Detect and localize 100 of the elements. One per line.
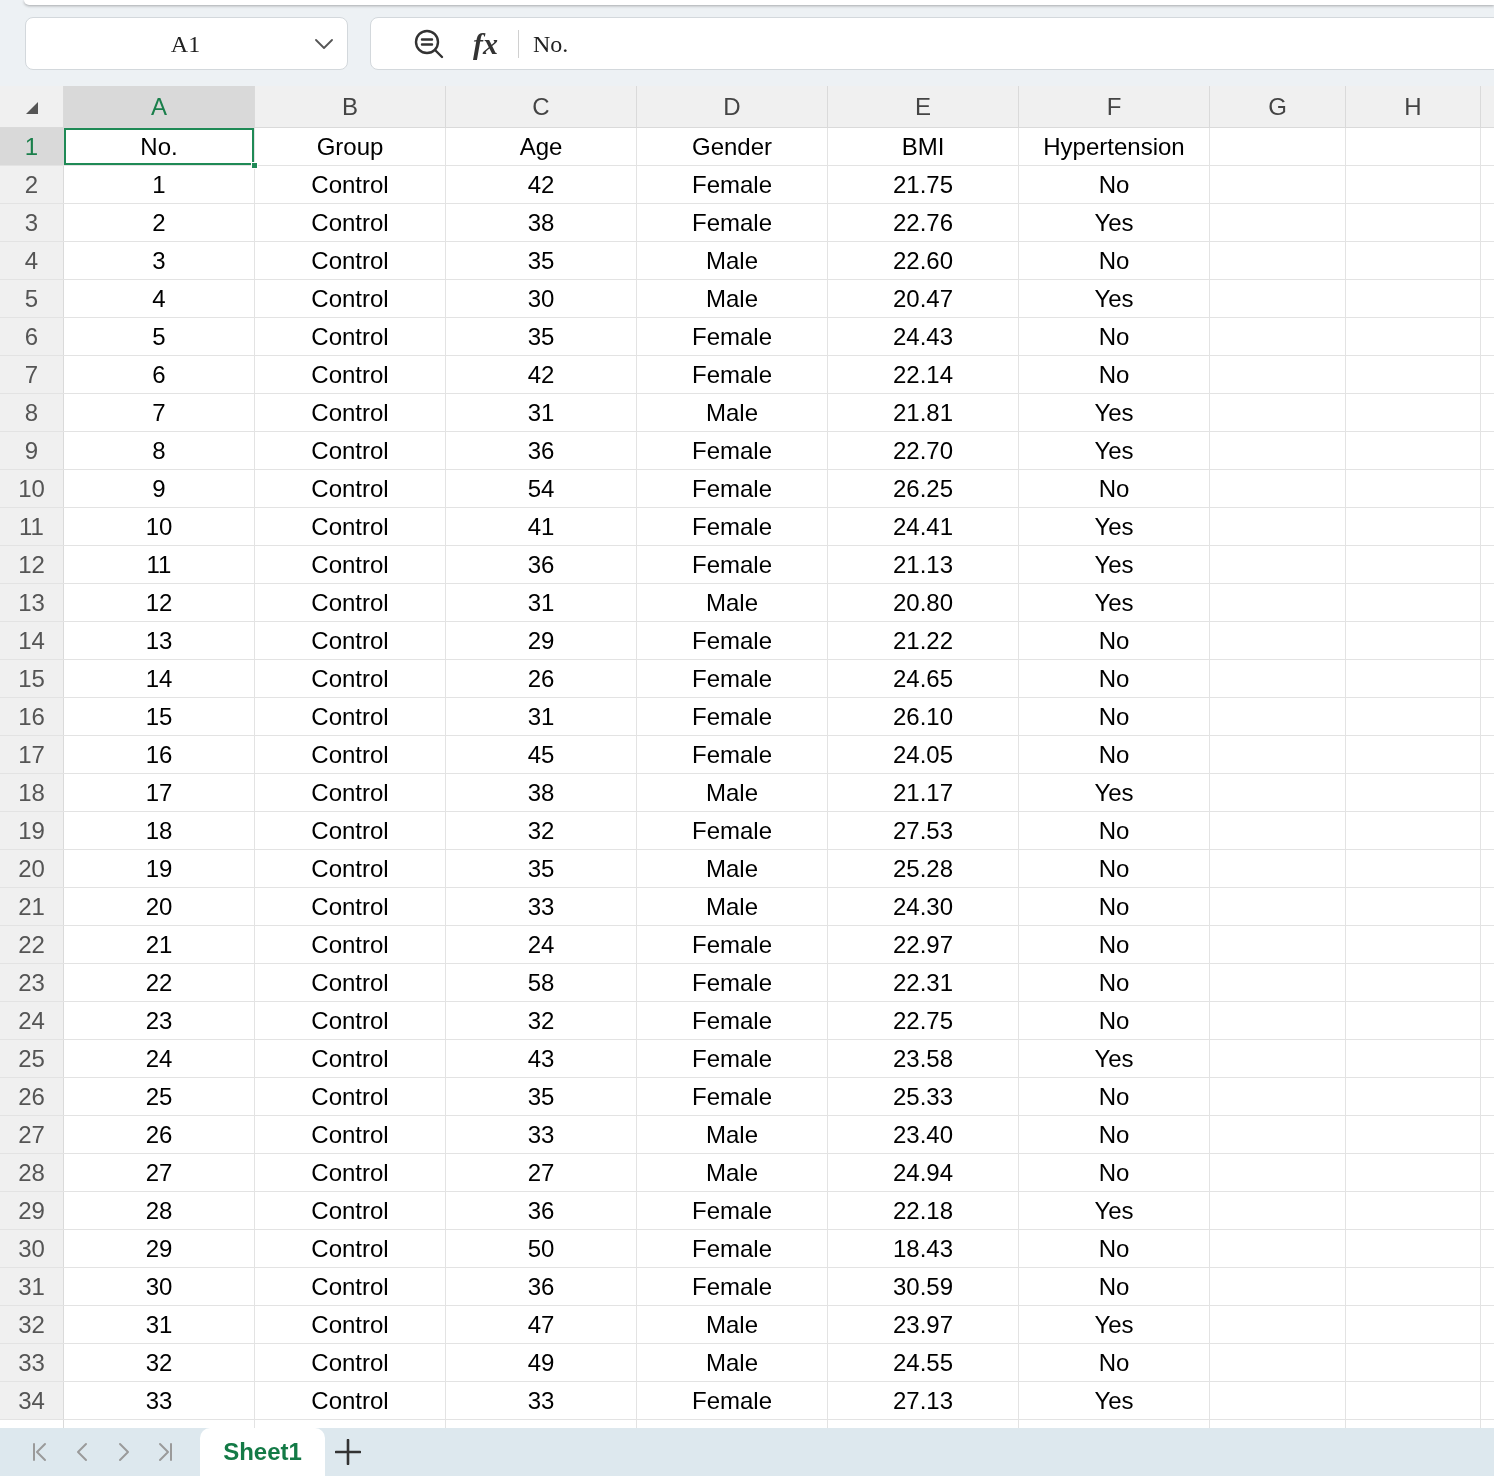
table-cell: Control xyxy=(255,1192,446,1229)
column-header[interactable]: E xyxy=(828,86,1019,127)
table-cell: Male xyxy=(637,1344,828,1381)
row-header[interactable]: 31 xyxy=(0,1268,64,1305)
row-header[interactable]: 6 xyxy=(0,318,64,355)
row-header[interactable]: 10 xyxy=(0,470,64,507)
row-header[interactable]: 30 xyxy=(0,1230,64,1267)
table-cell: 22.70 xyxy=(828,432,1019,469)
row-header[interactable]: 28 xyxy=(0,1154,64,1191)
row-header[interactable]: 20 xyxy=(0,850,64,887)
row-header[interactable]: 5 xyxy=(0,280,64,317)
table-cell: Female xyxy=(637,622,828,659)
table-cell: 22.14 xyxy=(828,356,1019,393)
table-cell: 36 xyxy=(446,1268,637,1305)
row-header[interactable]: 2 xyxy=(0,166,64,203)
table-cell: Control xyxy=(255,356,446,393)
table-cell: Female xyxy=(637,1230,828,1267)
plus-icon[interactable] xyxy=(335,1439,361,1465)
table-cell: 35 xyxy=(446,318,637,355)
table-cell: 2 xyxy=(64,204,255,241)
table-cell: 23 xyxy=(64,1002,255,1039)
table-cell: 32 xyxy=(446,812,637,849)
column-header[interactable]: B xyxy=(255,86,446,127)
table-cell: Male xyxy=(637,280,828,317)
table-cell: No xyxy=(1019,736,1210,773)
row-header[interactable]: 13 xyxy=(0,584,64,621)
table-cell: 22.75 xyxy=(828,1002,1019,1039)
table-cell: No xyxy=(1019,1154,1210,1191)
row-header[interactable]: 27 xyxy=(0,1116,64,1153)
table-cell: Control xyxy=(255,1382,446,1419)
table-cell: 30.59 xyxy=(828,1268,1019,1305)
chevron-down-icon[interactable] xyxy=(315,38,333,49)
table-cell: Control xyxy=(255,394,446,431)
name-box[interactable]: A1 xyxy=(25,17,348,70)
row-header[interactable]: 24 xyxy=(0,1002,64,1039)
row-header[interactable]: 33 xyxy=(0,1344,64,1381)
table-cell: BMI xyxy=(828,128,1019,165)
function-button[interactable]: fx xyxy=(473,28,498,59)
row-header[interactable]: 25 xyxy=(0,1040,64,1077)
table-cell: No xyxy=(1019,660,1210,697)
table-cell: Control xyxy=(255,622,446,659)
skip-back-icon[interactable] xyxy=(30,1441,48,1463)
table-cell: Female xyxy=(637,698,828,735)
row-header[interactable]: 4 xyxy=(0,242,64,279)
skip-forward-icon[interactable] xyxy=(157,1441,175,1463)
sheet-tab[interactable]: Sheet1 xyxy=(200,1428,325,1476)
row-header[interactable]: 14 xyxy=(0,622,64,659)
table-cell: 7 xyxy=(64,394,255,431)
table-cell: 19 xyxy=(64,850,255,887)
table-cell: Gender xyxy=(637,128,828,165)
column-header[interactable]: C xyxy=(446,86,637,127)
column-header[interactable]: F xyxy=(1019,86,1210,127)
row-header[interactable]: 34 xyxy=(0,1382,64,1419)
row-header[interactable]: 29 xyxy=(0,1192,64,1229)
table-cell: No. xyxy=(64,128,255,165)
row-header[interactable]: 19 xyxy=(0,812,64,849)
column-header[interactable]: A xyxy=(64,86,255,127)
table-cell: No xyxy=(1019,1002,1210,1039)
table-cell: 43 xyxy=(446,1040,637,1077)
column-header[interactable]: D xyxy=(637,86,828,127)
table-cell: 18.43 xyxy=(828,1230,1019,1267)
table-cell: 25.28 xyxy=(828,850,1019,887)
formula-input[interactable]: No. xyxy=(533,25,569,62)
row-header[interactable]: 8 xyxy=(0,394,64,431)
table-cell: No xyxy=(1019,812,1210,849)
row-header[interactable]: 22 xyxy=(0,926,64,963)
row-header[interactable]: 9 xyxy=(0,432,64,469)
column-header[interactable]: G xyxy=(1210,86,1346,127)
table-cell: 22.97 xyxy=(828,926,1019,963)
row-header[interactable]: 3 xyxy=(0,204,64,241)
row-header[interactable]: 11 xyxy=(0,508,64,545)
row-header[interactable]: 15 xyxy=(0,660,64,697)
table-cell: 20.80 xyxy=(828,584,1019,621)
table-cell: 27.13 xyxy=(828,1382,1019,1419)
table-cell: 36 xyxy=(446,546,637,583)
row-header[interactable]: 18 xyxy=(0,774,64,811)
select-all-icon[interactable] xyxy=(25,102,38,114)
row-header[interactable]: 7 xyxy=(0,356,64,393)
table-cell: Yes xyxy=(1019,1306,1210,1343)
row-header[interactable]: 23 xyxy=(0,964,64,1001)
table-cell: Control xyxy=(255,1154,446,1191)
table-cell: 45 xyxy=(446,736,637,773)
row-header[interactable]: 1 xyxy=(0,128,64,165)
zoom-out-icon[interactable] xyxy=(413,27,445,60)
table-cell: 22.31 xyxy=(828,964,1019,1001)
fill-handle[interactable] xyxy=(251,162,258,169)
row-header[interactable]: 32 xyxy=(0,1306,64,1343)
table-cell: 42 xyxy=(446,356,637,393)
row-header[interactable]: 16 xyxy=(0,698,64,735)
table-cell: Control xyxy=(255,584,446,621)
table-cell: 58 xyxy=(446,964,637,1001)
table-cell: 21.75 xyxy=(828,166,1019,203)
column-header[interactable]: H xyxy=(1346,86,1481,127)
table-cell: Yes xyxy=(1019,1040,1210,1077)
table-cell: 29 xyxy=(446,622,637,659)
row-header[interactable]: 26 xyxy=(0,1078,64,1115)
row-header[interactable]: 17 xyxy=(0,736,64,773)
row-header[interactable]: 12 xyxy=(0,546,64,583)
table-cell: 13 xyxy=(64,622,255,659)
row-header[interactable]: 21 xyxy=(0,888,64,925)
